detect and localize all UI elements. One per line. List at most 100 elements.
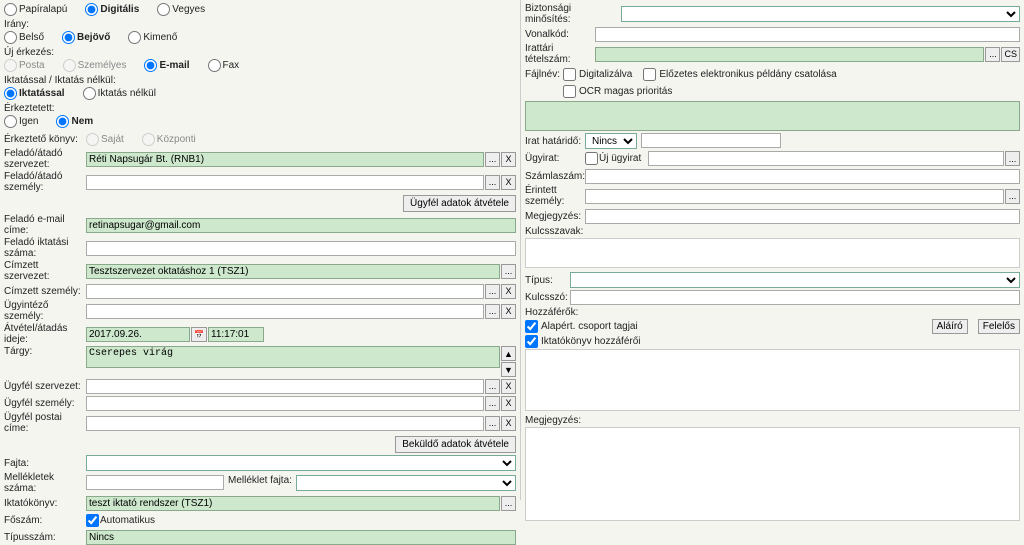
typenum-input[interactable] xyxy=(86,530,516,545)
client-person-label: Ügyfél személy: xyxy=(4,398,86,409)
deadline-label: Irat határidő: xyxy=(525,136,585,147)
addressee-person-label: Címzett személy: xyxy=(4,286,86,297)
arrival-email[interactable]: E-mail xyxy=(144,59,189,72)
note-input[interactable] xyxy=(585,209,1020,224)
invoice-input[interactable] xyxy=(585,169,1020,184)
type-select[interactable] xyxy=(570,272,1020,288)
auto-label: Automatikus xyxy=(100,515,155,526)
dossier-cs-button[interactable]: CS xyxy=(1001,47,1020,62)
medium-digital[interactable]: Digitális xyxy=(85,3,139,16)
clerk-browse[interactable]: ... xyxy=(485,304,500,319)
regbook-label: Iktatókönyv: xyxy=(4,498,86,509)
direction-internal[interactable]: Belső xyxy=(4,31,44,44)
registering-label: Iktatással / Iktatás nélkül: xyxy=(4,75,516,86)
client-org-browse[interactable]: ... xyxy=(485,379,500,394)
arrival-fax[interactable]: Fax xyxy=(208,59,240,72)
client-addr-input[interactable] xyxy=(86,416,484,431)
dossier-label: Irattári tételszám: xyxy=(525,43,595,65)
client-person-clear[interactable]: X xyxy=(501,396,516,411)
medium-mixed[interactable]: Vegyes xyxy=(157,3,205,16)
ocr-checkbox[interactable] xyxy=(563,85,576,98)
deadline-select[interactable]: Nincs xyxy=(585,133,637,149)
sender-email-label: Feladó e-mail címe: xyxy=(4,214,86,236)
sender-reg-input[interactable] xyxy=(86,241,516,256)
subject-scroll-up[interactable]: ▲ xyxy=(501,346,516,361)
case-input[interactable] xyxy=(648,151,1004,166)
barcode-input[interactable] xyxy=(595,27,1020,42)
received-label: Érkeztetett: xyxy=(4,103,516,114)
pre-attach-checkbox[interactable] xyxy=(643,68,656,81)
regbook-input[interactable] xyxy=(86,496,500,511)
clerk-input[interactable] xyxy=(86,304,484,319)
client-org-label: Ügyfél szervezet: xyxy=(4,381,86,392)
note-label: Megjegyzés: xyxy=(525,211,585,222)
sender-org-browse[interactable]: ... xyxy=(485,152,500,167)
addressee-org-browse[interactable]: ... xyxy=(501,264,516,279)
default-group-checkbox[interactable] xyxy=(525,320,538,333)
client-person-browse[interactable]: ... xyxy=(485,396,500,411)
client-org-clear[interactable]: X xyxy=(501,379,516,394)
keyword-input[interactable] xyxy=(570,290,1020,305)
calendar-icon[interactable]: 📅 xyxy=(191,327,207,342)
sec-class-select[interactable] xyxy=(621,6,1020,22)
access-list[interactable] xyxy=(525,349,1020,411)
file-drop-area[interactable] xyxy=(525,101,1020,131)
subject-label: Tárgy: xyxy=(4,346,86,357)
digitized-checkbox[interactable] xyxy=(563,68,576,81)
attach-count-label: Mellékletek száma: xyxy=(4,472,86,494)
sender-person-clear[interactable]: X xyxy=(501,175,516,190)
deadline-date-input[interactable] xyxy=(641,133,781,148)
sender-reg-label: Feladó iktatási száma: xyxy=(4,237,86,259)
sender-person-input[interactable] xyxy=(86,175,484,190)
addressee-person-browse[interactable]: ... xyxy=(485,284,500,299)
attach-count-input[interactable] xyxy=(86,475,224,490)
type-label: Típus: xyxy=(525,275,570,286)
received-yes[interactable]: Igen xyxy=(4,115,38,128)
clerk-clear[interactable]: X xyxy=(501,304,516,319)
attach-kind-label: Melléklet fajta: xyxy=(228,475,292,491)
regbook-browse[interactable]: ... xyxy=(501,496,516,511)
regbook-access-checkbox[interactable] xyxy=(525,335,538,348)
sender-person-label: Feladó/átadó személy: xyxy=(4,171,86,193)
sender-org-input[interactable] xyxy=(86,152,484,167)
sender-person-browse[interactable]: ... xyxy=(485,175,500,190)
sender-org-clear[interactable]: X xyxy=(501,152,516,167)
subject-scroll-down[interactable]: ▼ xyxy=(501,362,516,377)
affected-input[interactable] xyxy=(585,189,1004,204)
client-addr-clear[interactable]: X xyxy=(501,416,516,431)
new-case-checkbox[interactable] xyxy=(585,152,598,165)
mainnum-label: Főszám: xyxy=(4,515,86,526)
addressee-person-clear[interactable]: X xyxy=(501,284,516,299)
medium-paper[interactable]: Papíralapú xyxy=(4,3,67,16)
affected-browse[interactable]: ... xyxy=(1005,189,1020,204)
signer-button[interactable]: Aláíró xyxy=(932,319,968,334)
handover-date-input[interactable] xyxy=(86,327,190,342)
dossier-browse[interactable]: ... xyxy=(985,47,1000,62)
client-org-input[interactable] xyxy=(86,379,484,394)
case-label: Ügyirat: xyxy=(525,153,585,164)
take-submitter-data-button[interactable]: Beküldő adatok átvétele xyxy=(395,436,516,453)
direction-incoming[interactable]: Bejövő xyxy=(62,31,110,44)
take-client-data-button[interactable]: Ügyfél adatok átvétele xyxy=(403,195,516,212)
direction-outgoing[interactable]: Kimenő xyxy=(128,31,177,44)
responsible-button[interactable]: Felelős xyxy=(978,319,1020,334)
received-no[interactable]: Nem xyxy=(56,115,93,128)
addressee-person-input[interactable] xyxy=(86,284,484,299)
keywords-list[interactable] xyxy=(525,238,1020,268)
subject-input[interactable]: Cserepes virág xyxy=(86,346,500,368)
note2-textarea[interactable] xyxy=(525,427,1020,521)
typenum-label: Típusszám: xyxy=(4,532,86,543)
auto-checkbox[interactable] xyxy=(86,514,99,527)
addressee-org-input[interactable] xyxy=(86,264,500,279)
client-addr-browse[interactable]: ... xyxy=(485,416,500,431)
registering-without[interactable]: Iktatás nélkül xyxy=(83,87,156,100)
case-browse[interactable]: ... xyxy=(1005,151,1020,166)
attach-kind-select[interactable] xyxy=(296,475,516,491)
sender-email-input[interactable] xyxy=(86,218,516,233)
dossier-input[interactable] xyxy=(595,47,984,62)
kind-select[interactable] xyxy=(86,455,516,471)
registering-with[interactable]: Iktatással xyxy=(4,87,65,100)
client-person-input[interactable] xyxy=(86,396,484,411)
handover-time-input[interactable] xyxy=(208,327,264,342)
note2-label: Megjegyzés: xyxy=(525,415,1020,426)
